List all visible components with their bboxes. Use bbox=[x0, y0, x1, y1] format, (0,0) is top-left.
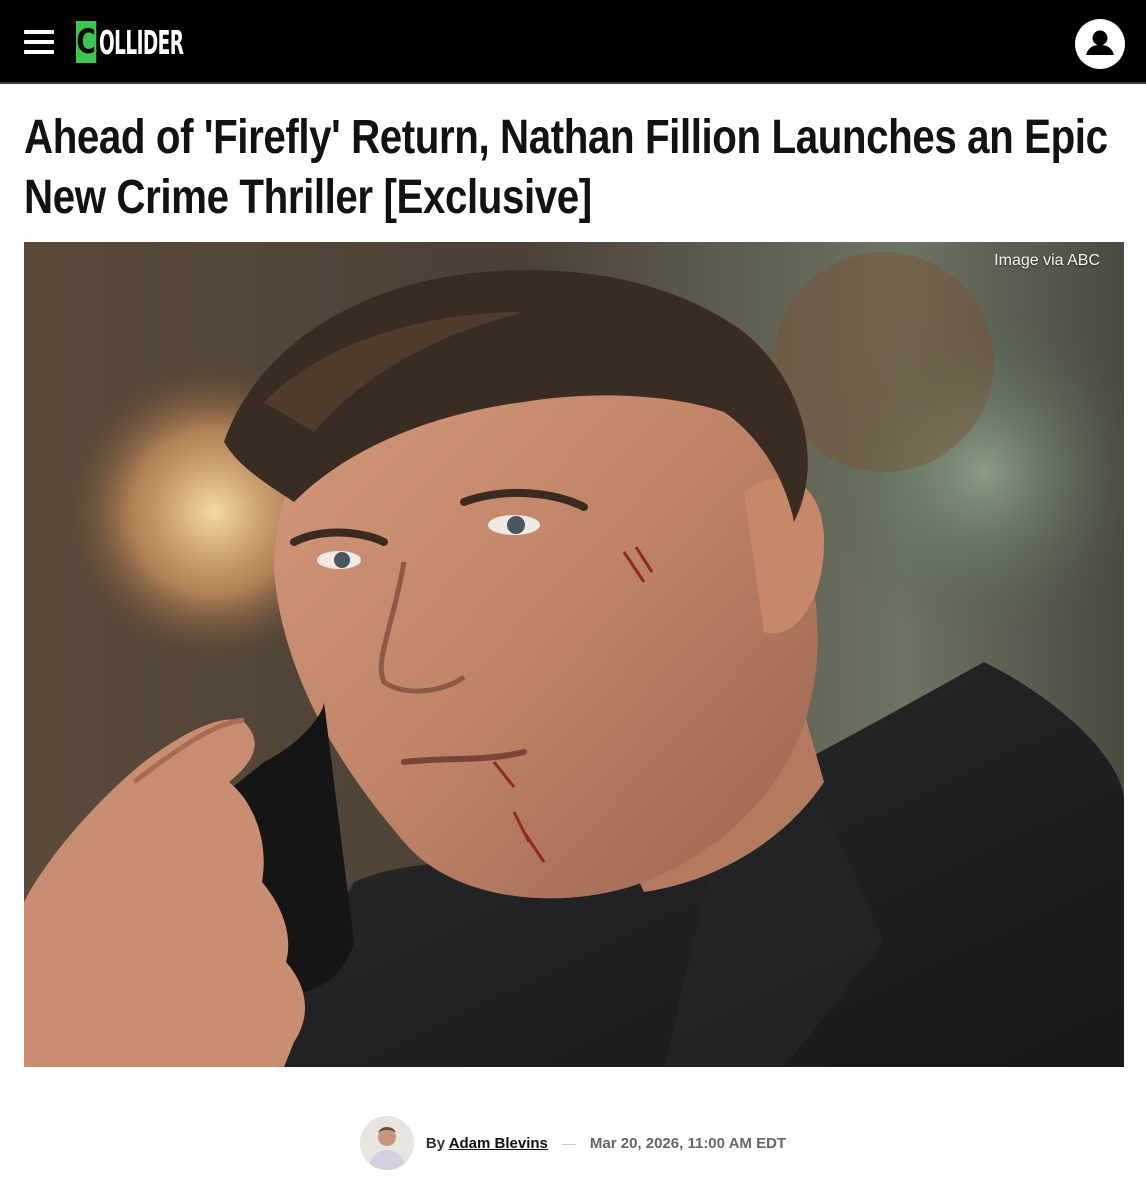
author-avatar[interactable] bbox=[359, 1116, 414, 1170]
article-title-text: Ahead of 'Firefly' Return, Nathan Fillio… bbox=[24, 111, 1108, 224]
hamburger-menu-icon[interactable] bbox=[22, 26, 56, 58]
by-label: By bbox=[425, 1134, 446, 1152]
byline-separator: — bbox=[561, 1135, 576, 1151]
site-header: C OLLIDER bbox=[0, 0, 1146, 84]
hero-photo-illustration bbox=[24, 242, 1124, 1067]
author-link[interactable]: Adam Blevins bbox=[449, 1135, 548, 1152]
image-credit: Image via ABC bbox=[994, 252, 1100, 269]
article-title: Ahead of 'Firefly' Return, Nathan Fillio… bbox=[24, 108, 1124, 228]
logo-letter-c: C bbox=[76, 21, 97, 63]
article-byline: By Adam Blevins — Mar 20, 2026, 11:00 AM… bbox=[0, 1115, 1146, 1171]
logo-wordmark: OLLIDER bbox=[99, 22, 184, 62]
hero-image: Image via ABC bbox=[24, 242, 1124, 1067]
publish-date: Mar 20, 2026, 11:00 AM EDT bbox=[589, 1134, 787, 1152]
site-logo[interactable]: C OLLIDER bbox=[76, 21, 250, 63]
user-account-icon[interactable] bbox=[1075, 19, 1125, 69]
byline-text: By Adam Blevins bbox=[426, 1135, 548, 1152]
